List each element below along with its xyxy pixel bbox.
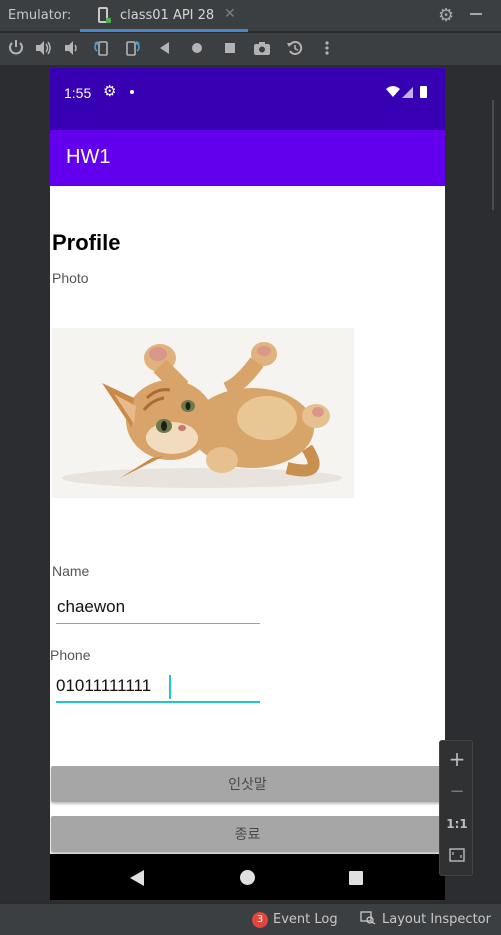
- settings-notification-icon: ⚙: [103, 82, 117, 100]
- profile-form: Profile Photo Name chaewon Phone 0101111…: [50, 186, 445, 854]
- volume-up-icon[interactable]: [33, 39, 53, 59]
- notification-dot-icon: [130, 90, 134, 94]
- nav-back-icon[interactable]: [130, 870, 144, 886]
- event-log-link[interactable]: Event Log: [273, 912, 338, 927]
- wifi-icon: [386, 86, 400, 97]
- app-title: HW1: [66, 146, 111, 168]
- snapshot-icon[interactable]: [285, 39, 305, 59]
- overview-icon[interactable]: [220, 39, 240, 59]
- exit-button[interactable]: 종료: [51, 816, 444, 852]
- ide-status-bar: 3 Event Log Layout Inspector: [0, 903, 501, 935]
- home-icon[interactable]: [187, 39, 207, 59]
- power-icon[interactable]: [6, 39, 26, 59]
- status-time: 1:55: [64, 85, 92, 101]
- layout-inspector-link[interactable]: Layout Inspector: [382, 912, 491, 927]
- phone-label: Phone: [50, 647, 91, 663]
- app-toolbar: HW1: [50, 130, 445, 186]
- more-icon[interactable]: [317, 39, 337, 59]
- emulator-label: Emulator:: [8, 8, 72, 23]
- volume-down-icon[interactable]: [61, 39, 81, 59]
- actual-size-button[interactable]: 1:1: [440, 817, 474, 831]
- photo-label: Photo: [52, 270, 89, 286]
- screenshot-icon[interactable]: [252, 39, 272, 59]
- zoom-in-button[interactable]: +: [440, 747, 474, 771]
- battery-icon: [420, 86, 427, 98]
- phone-input[interactable]: [56, 671, 260, 703]
- greeting-button[interactable]: 인삿말: [51, 766, 444, 802]
- android-status-bar: 1:55 ⚙: [50, 68, 445, 130]
- zoom-controls: + − 1:1: [439, 740, 473, 876]
- emulator-toolbar: [0, 33, 501, 65]
- nav-home-icon[interactable]: [240, 870, 255, 885]
- minimize-icon[interactable]: [470, 13, 482, 15]
- close-tab-icon[interactable]: ✕: [224, 6, 236, 22]
- name-input[interactable]: [56, 590, 260, 624]
- device-tab-label: class01 API 28: [120, 8, 215, 23]
- signal-battery-icons: [386, 86, 427, 98]
- settings-gear-icon[interactable]: ⚙: [438, 5, 454, 26]
- android-nav-bar: [50, 854, 445, 900]
- text-cursor: [169, 675, 171, 699]
- event-count-badge: 3: [252, 912, 268, 928]
- android-screen: 1:55 ⚙ HW1 Profile Photo Name chaewon Ph…: [50, 68, 445, 900]
- cell-signal-icon: [402, 87, 413, 98]
- back-icon[interactable]: [155, 39, 175, 59]
- layout-inspector-icon: [360, 911, 376, 925]
- rotate-right-icon[interactable]: [123, 39, 143, 59]
- emulator-header: Emulator: class01 API 28 ✕ ⚙: [0, 0, 501, 32]
- nav-recents-icon[interactable]: [349, 871, 363, 885]
- rotate-left-icon[interactable]: [91, 39, 111, 59]
- kitten-photo: [52, 328, 354, 498]
- device-tab[interactable]: class01 API 28 ✕: [80, 0, 248, 32]
- name-label: Name: [52, 563, 90, 579]
- zoom-out-button[interactable]: −: [440, 781, 474, 802]
- profile-heading: Profile: [52, 230, 121, 255]
- fit-screen-icon[interactable]: [449, 848, 465, 862]
- scroll-indicator: [492, 100, 494, 210]
- device-icon: [98, 7, 111, 23]
